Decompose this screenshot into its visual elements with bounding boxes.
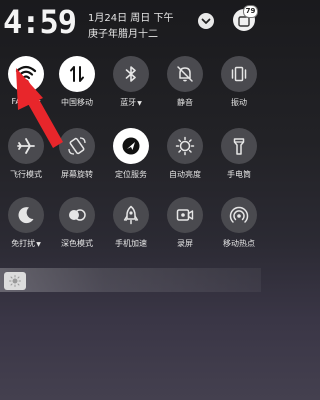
rotate-icon (68, 137, 86, 155)
wifi-icon (15, 65, 37, 83)
tile-dark-mode[interactable]: 深色模式 (50, 197, 104, 251)
tile-mobile-data[interactable]: 中国移动 (50, 56, 104, 110)
tile-label: 移动热点 (223, 239, 255, 248)
vibrate-icon (231, 66, 247, 82)
airplane-icon (17, 138, 35, 154)
lunar-date-text: 庚子年腊月十二 (88, 29, 158, 40)
tile-label: 振动 (231, 98, 247, 107)
clock: 4:59 (3, 3, 77, 41)
tile-bluetooth[interactable]: 蓝牙▼ (104, 56, 158, 110)
hotspot-icon (229, 206, 249, 223)
tile-phone-boost[interactable]: 手机加速 (104, 197, 158, 251)
status-header: 4:59 1月24日 周日 下午 庚子年腊月十二 79 (0, 0, 261, 44)
chevron-down-icon (201, 18, 211, 24)
date-text: 1月24日 周日 下午 (88, 13, 174, 24)
brightness-icon (9, 275, 21, 287)
tile-label: 手电筒 (227, 170, 251, 179)
dark-mode-icon (69, 209, 86, 221)
mobile-data-icon (70, 66, 84, 82)
tile-flashlight[interactable]: 手电筒 (212, 128, 266, 182)
tile-location[interactable]: 定位服务 (104, 128, 158, 182)
notification-button[interactable]: 79 (233, 5, 258, 31)
tile-screen-record[interactable]: 录屏 (158, 197, 212, 251)
tile-rotate[interactable]: 屏幕旋转 (50, 128, 104, 182)
bluetooth-icon (125, 66, 136, 82)
tile-hotspot[interactable]: 移动热点 (212, 197, 266, 251)
tile-auto-brightness[interactable]: 自动亮度 (158, 128, 212, 182)
moon-icon (18, 207, 34, 224)
screen-record-icon (176, 209, 194, 221)
tile-mute[interactable]: 静音 (158, 56, 212, 110)
expand-button[interactable] (198, 13, 214, 29)
flashlight-icon (233, 138, 245, 155)
brightness-handle[interactable] (4, 272, 26, 290)
rocket-icon (123, 205, 139, 225)
notification-badge: 79 (243, 5, 258, 18)
auto-brightness-icon (175, 136, 195, 156)
brightness-slider[interactable] (0, 268, 261, 292)
tile-vibrate[interactable]: 振动 (212, 56, 266, 110)
mute-icon (177, 66, 193, 82)
location-icon (122, 137, 140, 155)
